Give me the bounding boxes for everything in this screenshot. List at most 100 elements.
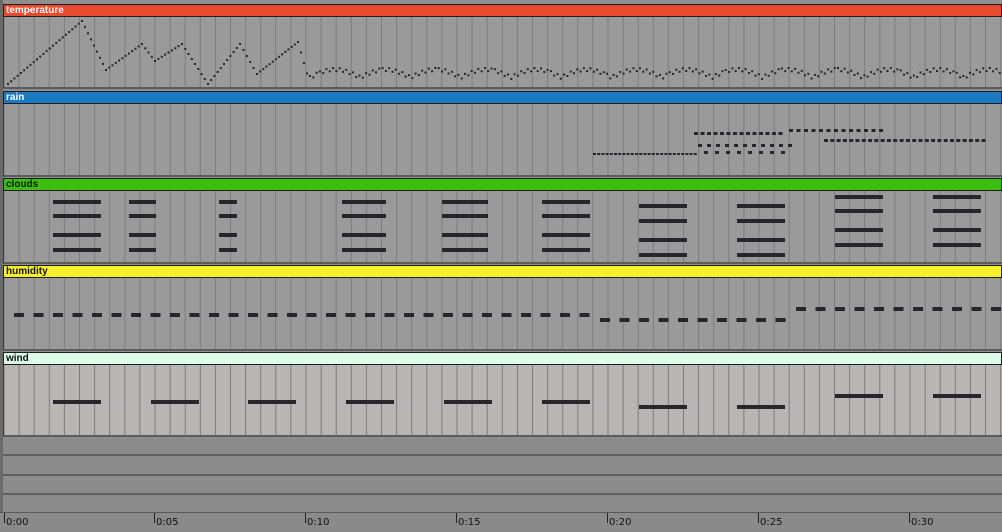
midi-note [325, 68, 328, 71]
midi-note [887, 139, 891, 142]
midi-note [533, 67, 536, 70]
clip-lane-wind[interactable] [3, 365, 1002, 437]
midi-note [856, 129, 861, 132]
midi-note [194, 63, 196, 65]
midi-note [10, 80, 13, 83]
midi-note [668, 71, 671, 74]
midi-note [868, 139, 873, 142]
midi-note [312, 76, 315, 79]
midi-note [639, 219, 687, 223]
midi-note [622, 72, 625, 75]
midi-note [421, 69, 424, 72]
midi-note [167, 51, 170, 54]
midi-note [767, 74, 770, 77]
midi-note [216, 71, 219, 73]
midi-note [866, 75, 869, 78]
midi-note [306, 313, 317, 317]
midi-note [998, 71, 1001, 74]
track-header-temperature[interactable]: temperature [3, 4, 1002, 17]
empty-track-lane[interactable] [3, 456, 1002, 476]
midi-note [717, 318, 727, 322]
midi-note [889, 67, 892, 70]
clip-lane-temperature[interactable] [3, 17, 1002, 89]
midi-note [635, 153, 638, 155]
midi-note [955, 71, 958, 74]
midi-note [592, 70, 595, 73]
midi-note [597, 153, 601, 155]
midi-note [189, 313, 200, 317]
midi-note [197, 68, 200, 70]
midi-note [672, 153, 676, 155]
track-header-wind[interactable]: wind [3, 352, 1002, 365]
midi-note [530, 70, 533, 73]
midi-note [42, 52, 45, 55]
midi-note [559, 77, 562, 80]
timeline-ruler[interactable]: 0:00 0:05 0:10 0:15 0:20 0:25 0:30 [0, 512, 1002, 532]
midi-note [219, 233, 237, 237]
midi-note [384, 70, 387, 72]
track-header-humidity[interactable]: humidity [3, 265, 1002, 278]
midi-note [775, 318, 786, 322]
midi-note [203, 78, 206, 80]
midi-note [837, 67, 839, 69]
midi-note [53, 248, 101, 252]
midi-note [338, 67, 341, 70]
midi-note [937, 139, 942, 142]
midi-note [490, 67, 493, 70]
midi-note [74, 25, 77, 28]
midi-note [870, 71, 872, 74]
track-header-clouds[interactable]: clouds [3, 178, 1002, 191]
empty-track-lane[interactable] [3, 495, 1002, 512]
midi-note [309, 75, 311, 77]
clip-lane-clouds[interactable] [3, 191, 1002, 264]
midi-note [414, 72, 417, 75]
midi-note [689, 153, 693, 155]
midi-note [959, 76, 962, 79]
midi-note [129, 214, 156, 218]
empty-track-lane[interactable] [3, 476, 1002, 495]
midi-note [351, 71, 354, 74]
midi-note [886, 70, 889, 72]
midi-note [849, 139, 854, 142]
midi-note [53, 233, 101, 237]
midi-note [956, 139, 961, 142]
midi-note [932, 67, 935, 70]
midi-note [912, 74, 915, 77]
midi-note [219, 67, 222, 69]
midi-note [170, 49, 173, 52]
midi-note [442, 214, 488, 218]
midi-note [855, 139, 860, 142]
midi-note [780, 67, 783, 70]
midi-note [398, 72, 401, 75]
midi-note [720, 132, 724, 135]
empty-track-lane[interactable] [3, 437, 1002, 456]
midi-note [210, 79, 213, 81]
midi-note [622, 153, 626, 155]
clip-lane-rain[interactable] [3, 104, 1002, 177]
midi-note [332, 67, 335, 70]
midi-note [678, 318, 688, 322]
midi-note [437, 67, 440, 70]
midi-note [713, 132, 718, 135]
midi-note [893, 70, 896, 73]
clip-lane-humidity[interactable] [3, 278, 1002, 351]
midi-note [315, 71, 318, 74]
midi-note [157, 57, 160, 60]
midi-note [819, 129, 823, 132]
midi-note [879, 129, 883, 132]
midi-note [665, 72, 668, 75]
midi-note [84, 26, 86, 29]
midi-note [643, 153, 647, 155]
midi-note [342, 248, 386, 252]
track-header-rain[interactable]: rain [3, 91, 1002, 104]
midi-note [99, 56, 101, 59]
midi-note [228, 313, 239, 317]
midi-note [933, 195, 981, 199]
midi-note [697, 318, 708, 322]
midi-note [365, 313, 375, 317]
midi-note [737, 405, 785, 409]
midi-note [242, 49, 245, 51]
track-name-wind: wind [6, 353, 29, 364]
midi-note [457, 73, 460, 76]
midi-note [790, 70, 793, 73]
